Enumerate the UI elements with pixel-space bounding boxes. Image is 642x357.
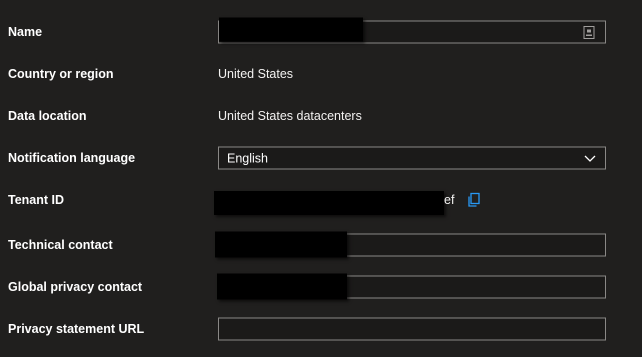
row-tenant-id: Tenant ID ef: [0, 186, 642, 215]
row-name: Name: [0, 17, 642, 46]
row-global-privacy-contact: Global privacy contact: [0, 273, 642, 301]
row-country: Country or region United States: [0, 60, 642, 88]
global-privacy-contact-label: Global privacy contact: [8, 280, 143, 294]
redaction-block: [217, 273, 347, 300]
row-privacy-statement-url: Privacy statement URL: [0, 315, 642, 343]
copy-icon[interactable]: [466, 192, 482, 208]
data-location-label: Data location: [8, 109, 87, 123]
data-location-value: United States datacenters: [218, 109, 362, 123]
notification-language-select[interactable]: English: [218, 146, 606, 170]
notification-language-label: Notification language: [8, 151, 136, 165]
row-data-location: Data location United States datacenters: [0, 102, 642, 130]
row-notification-language: Notification language English: [0, 144, 642, 172]
tenant-id-label: Tenant ID: [8, 193, 65, 207]
card-icon: [583, 26, 595, 39]
notification-language-selected: English: [227, 151, 268, 165]
privacy-statement-url-label: Privacy statement URL: [8, 322, 145, 336]
name-label: Name: [8, 25, 43, 39]
redaction-block: [215, 231, 347, 258]
country-value: United States: [218, 67, 294, 81]
tenant-id-suffix: ef: [444, 193, 455, 207]
redaction-block: [219, 17, 363, 42]
chevron-down-icon: [584, 155, 596, 162]
privacy-statement-url-field[interactable]: [218, 317, 606, 341]
name-field[interactable]: [218, 17, 606, 44]
global-privacy-contact-field[interactable]: [217, 273, 606, 300]
redaction-block: [214, 191, 444, 215]
row-technical-contact: Technical contact: [0, 231, 642, 259]
country-label: Country or region: [8, 67, 114, 81]
technical-contact-label: Technical contact: [8, 238, 113, 252]
technical-contact-field[interactable]: [215, 231, 606, 258]
